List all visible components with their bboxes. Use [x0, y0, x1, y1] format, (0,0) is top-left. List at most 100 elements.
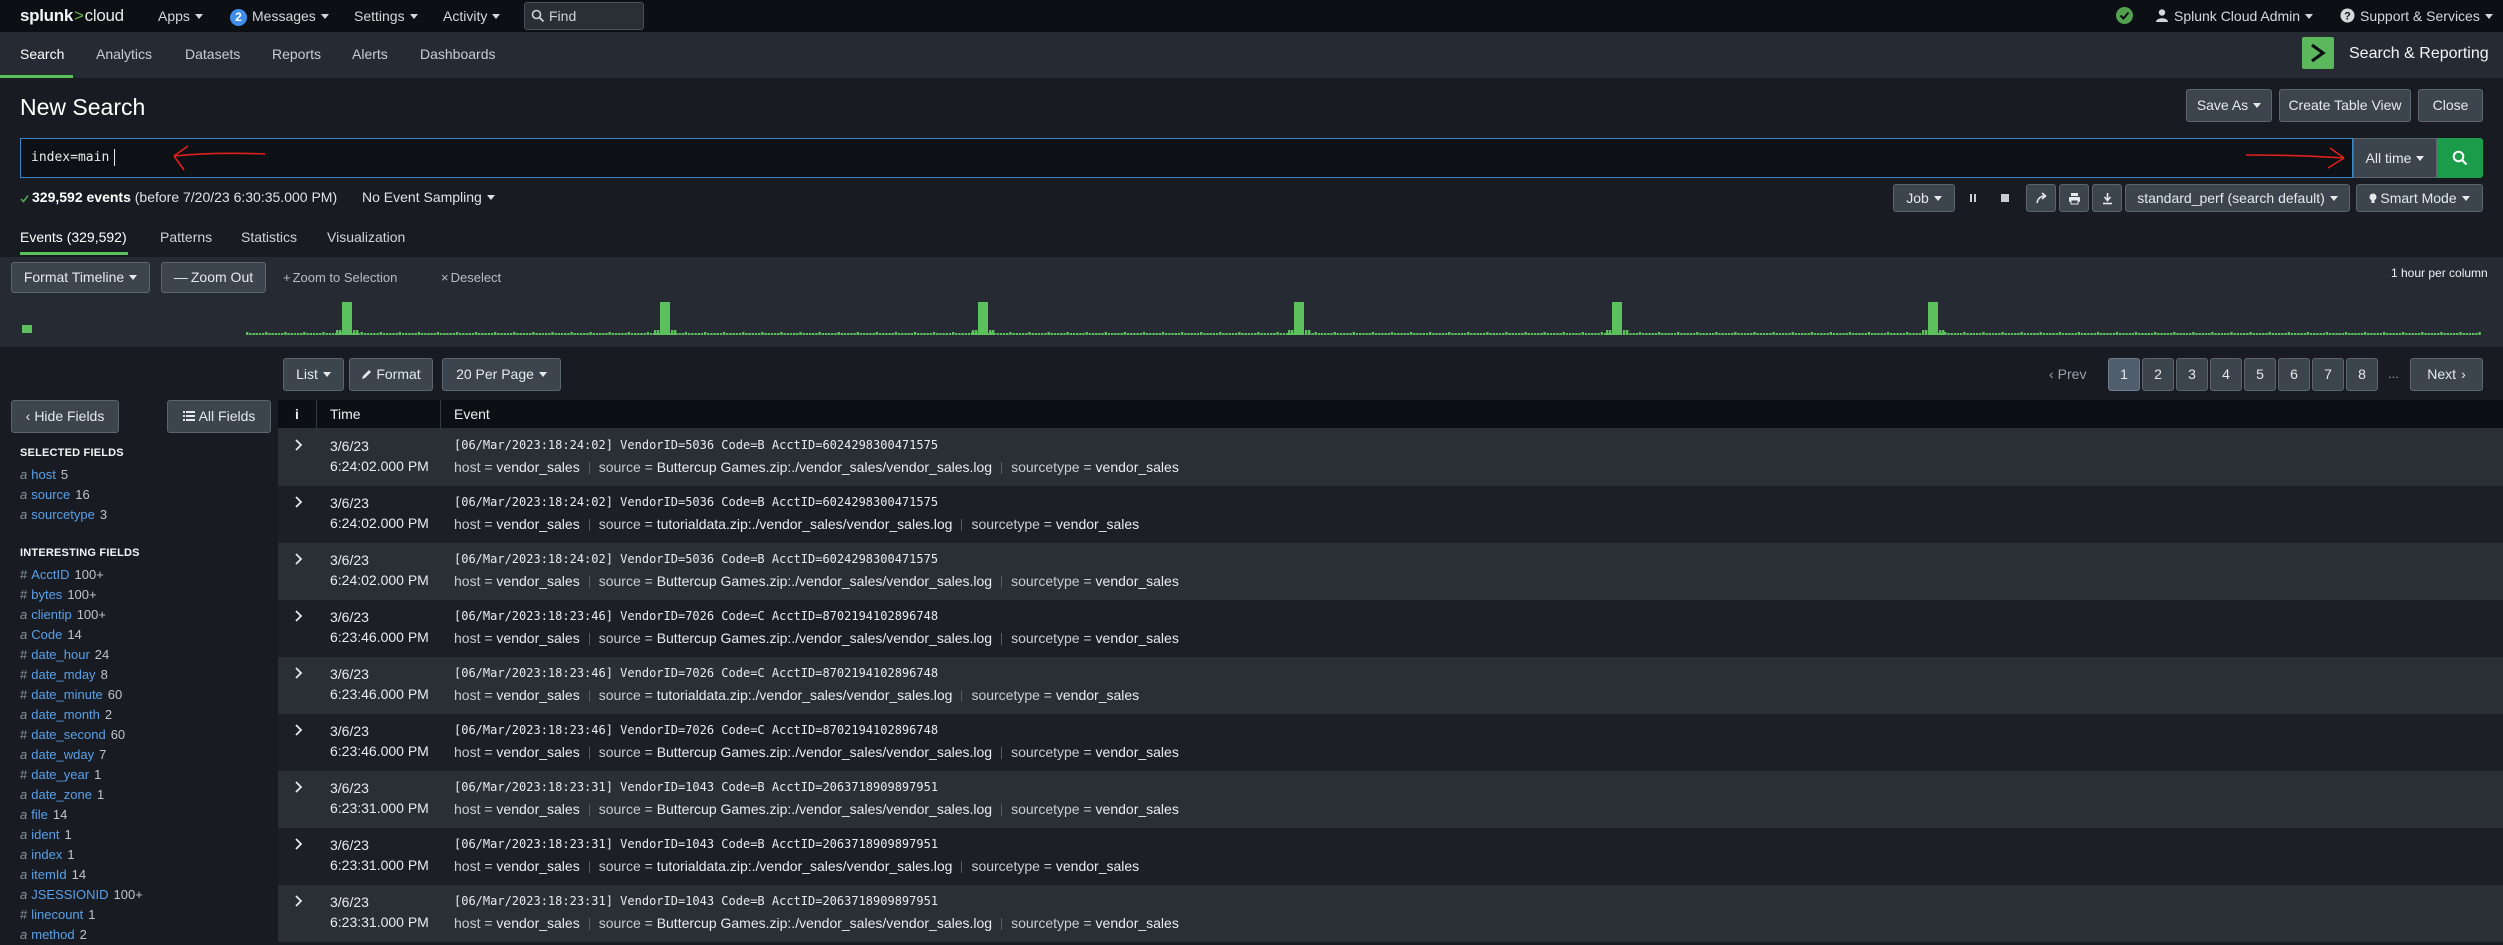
timeline-bar[interactable] [1950, 333, 1953, 335]
timeline-bar[interactable] [599, 333, 602, 335]
activity-menu[interactable]: Activity [443, 8, 501, 24]
expand-chevron-icon[interactable] [294, 894, 304, 908]
timeline-bar[interactable] [258, 333, 262, 335]
timeline-bar[interactable] [2258, 333, 2262, 335]
timeline-bar[interactable] [1235, 333, 1238, 335]
timeline-bar[interactable] [2169, 333, 2173, 335]
timeline-bar[interactable] [1012, 333, 1015, 335]
timeline-bar[interactable] [478, 333, 481, 335]
splunk-cloud-logo[interactable]: splunk>cloud [20, 6, 124, 26]
timeline-bar[interactable] [1960, 333, 1963, 335]
timeline-bar[interactable] [2103, 333, 2106, 335]
timeline-bar[interactable] [541, 333, 545, 335]
search-mode-dropdown[interactable]: Smart Mode [2356, 184, 2483, 212]
timeline-bar[interactable] [1066, 332, 1069, 335]
timeline-bar[interactable] [875, 332, 878, 335]
timeline-bar[interactable] [2370, 333, 2373, 335]
timeline-bar[interactable] [1053, 333, 1057, 335]
timeline-bar[interactable] [268, 333, 271, 335]
timeline-bar[interactable] [455, 332, 459, 335]
timeline-bar[interactable] [2227, 333, 2230, 335]
timeline-bar[interactable] [1578, 333, 1581, 335]
timeline-bar[interactable] [1823, 333, 1826, 335]
timeline-bar[interactable] [856, 332, 859, 335]
timeline-bar[interactable] [602, 333, 605, 335]
timeline-bar[interactable] [1867, 332, 1871, 335]
timeline-bar[interactable] [2157, 333, 2160, 335]
timeline-bar[interactable] [2348, 333, 2351, 335]
timeline-bar[interactable] [1196, 333, 1200, 335]
timeline-bar[interactable] [992, 330, 995, 335]
timeline-bar[interactable] [503, 333, 506, 335]
timeline-bar[interactable] [1390, 332, 1394, 335]
timeline-bar[interactable] [780, 332, 783, 335]
timeline-bar[interactable] [481, 333, 484, 335]
timeline-bar[interactable] [2042, 333, 2046, 335]
timeline-bar[interactable] [1149, 333, 1152, 335]
timeline-bar[interactable] [1632, 333, 1635, 335]
source-value[interactable]: Buttercup Games.zip:./vendor_sales/vendo… [657, 744, 992, 760]
timeline-bar[interactable] [773, 333, 777, 335]
timeline-bar[interactable] [948, 333, 952, 335]
time-range-picker[interactable]: All time [2353, 138, 2437, 178]
timeline-bar[interactable] [557, 333, 560, 335]
timeline-bar[interactable] [2163, 333, 2166, 335]
timeline-bar[interactable] [885, 333, 888, 335]
timeline-bar[interactable] [293, 333, 297, 335]
sourcetype-value[interactable]: vendor_sales [1096, 915, 1179, 931]
timeline-bar[interactable] [1603, 333, 1607, 335]
timeline-bar[interactable] [688, 333, 691, 335]
timeline-bar[interactable] [1225, 333, 1228, 335]
timeline-bar[interactable] [913, 332, 917, 335]
timeline-bar[interactable] [303, 332, 306, 335]
timeline-bar[interactable] [2045, 333, 2049, 335]
timeline-bar[interactable] [1317, 333, 1321, 335]
timeline-bar[interactable] [1180, 332, 1184, 335]
timeline-bar[interactable] [2322, 333, 2325, 335]
timeline-bar[interactable] [1171, 333, 1174, 335]
tab-alerts[interactable]: Alerts [352, 46, 388, 62]
timeline-bar[interactable] [1288, 330, 1291, 335]
timeline-bar[interactable] [379, 332, 382, 335]
field-item[interactable]: # date_year 1 [20, 767, 101, 782]
timeline-bar[interactable] [694, 333, 697, 335]
timeline-bar[interactable] [1018, 333, 1022, 335]
timeline-bar[interactable] [1419, 333, 1422, 335]
timeline-bar[interactable] [312, 333, 316, 335]
timeline-bar[interactable] [564, 333, 567, 335]
timeline-bar[interactable] [1394, 333, 1397, 335]
timeline-bar[interactable] [630, 333, 634, 335]
timeline-bar[interactable] [1864, 333, 1867, 335]
timeline-bar[interactable] [1193, 333, 1196, 335]
timeline-bar[interactable] [799, 332, 802, 335]
timeline-bar[interactable] [2443, 333, 2446, 335]
timeline-bar[interactable] [1034, 333, 1037, 335]
timeline-bar[interactable] [2325, 332, 2329, 335]
timeline-bar[interactable] [2096, 332, 2100, 335]
timeline-bar[interactable] [999, 333, 1003, 335]
timeline-bar[interactable] [1696, 332, 1699, 335]
field-item[interactable]: a date_zone 1 [20, 787, 104, 802]
timeline-bar[interactable] [2427, 333, 2430, 335]
timeline-bar[interactable] [901, 333, 904, 335]
timeline-bar[interactable] [961, 333, 964, 335]
timeline-bar[interactable] [748, 333, 751, 335]
event-row[interactable]: 3/6/23 6:23:46.000 PM [06/Mar/2023:18:23:4… [278, 600, 2503, 657]
timeline-bar[interactable] [452, 333, 456, 335]
timeline-bar[interactable] [538, 333, 541, 335]
job-menu-button[interactable]: Job [1893, 184, 1955, 212]
timeline-bar[interactable] [872, 333, 875, 335]
timeline-bar[interactable] [1956, 333, 1960, 335]
timeline-bar[interactable] [363, 333, 367, 335]
field-item[interactable]: a date_month 2 [20, 707, 112, 722]
timeline-bar[interactable] [972, 330, 975, 335]
timeline-bar[interactable] [1381, 333, 1384, 335]
settings-menu[interactable]: Settings [354, 8, 418, 24]
timeline-bar[interactable] [1416, 333, 1419, 335]
host-value[interactable]: vendor_sales [496, 459, 579, 475]
timeline-bar[interactable] [1406, 333, 1410, 335]
timeline-bar[interactable] [573, 333, 576, 335]
timeline-bar[interactable] [277, 333, 281, 335]
apps-menu[interactable]: Apps [158, 8, 203, 24]
timeline-bar[interactable] [1896, 333, 1899, 335]
